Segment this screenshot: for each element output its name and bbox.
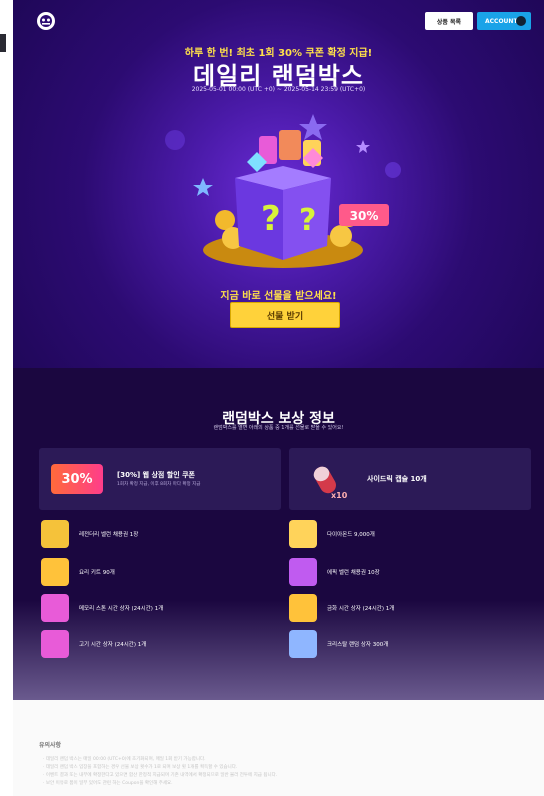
featured-reward-capsule: x10 사이드릭 캡슐 10개 bbox=[289, 448, 531, 510]
logo-icon[interactable] bbox=[35, 10, 57, 32]
coupon-icon: 30% bbox=[51, 464, 103, 494]
reward-item-label: 금화 시간 상자 (24시간) 1개 bbox=[327, 606, 395, 612]
random-box-illustration: ? ? 30% bbox=[165, 114, 401, 268]
page: 상품 목록 ACCOUNT 하루 한 번! 최초 1회 30% 쿠폰 확정 지급… bbox=[13, 0, 544, 796]
featured-reward-coupon: 30% [30%] 웹 상점 할인 쿠폰 1회차 확정 지급, 이후 8회차 마… bbox=[39, 448, 281, 510]
reward-item-label: 에픽 벨런 채용권 10장 bbox=[327, 570, 380, 576]
svg-text:?: ? bbox=[299, 203, 316, 238]
epic-card-icon bbox=[289, 558, 317, 586]
reward-item-label: 크리스탈 랜덤 상자 300개 bbox=[327, 642, 389, 648]
featured-reward-subtitle: 1회차 확정 지급, 이후 8회차 마다 확정 지급 bbox=[117, 482, 201, 487]
featured-reward-title: 사이드릭 캡슐 10개 bbox=[367, 475, 427, 483]
capsule-count: x10 bbox=[331, 491, 348, 500]
cooking-kit-icon bbox=[41, 558, 69, 586]
badge-text: 30% bbox=[350, 209, 379, 223]
reward-item-label: 고기 시간 상자 (24시간) 1개 bbox=[79, 642, 147, 648]
event-period: 2025-05-01 00:00 (UTC +0) ~ 2025-05-14 2… bbox=[191, 86, 366, 93]
gold-box-icon bbox=[289, 594, 317, 622]
notice-line: · 데일리 랜덤 박스는 매일 00:00 (UTC+0)에 초기화되며, 매일… bbox=[43, 757, 206, 762]
cta-text: 지금 바로 선물을 받으세요! bbox=[220, 291, 337, 302]
memory-stone-box-icon bbox=[41, 594, 69, 622]
hero-section: 상품 목록 ACCOUNT 하루 한 번! 최초 1회 30% 쿠폰 확정 지급… bbox=[13, 0, 544, 368]
notice-line: · 데일리 랜덤 박스 입장을 포함하는 경우 선물 보상 횟수가 1로 되며 … bbox=[43, 765, 238, 770]
svg-text:?: ? bbox=[261, 199, 281, 239]
rewards-section: 랜덤박스 보상 정보 랜덤박스를 열면 아래의 상품 중 1개를 선물로 받을 … bbox=[13, 368, 544, 700]
diamond-icon bbox=[289, 520, 317, 548]
discount-badge: 30% bbox=[339, 204, 389, 226]
capsule-icon: x10 bbox=[313, 466, 348, 500]
products-button[interactable]: 상품 목록 bbox=[425, 12, 473, 30]
reward-item-label: 요리 키트 90개 bbox=[79, 570, 115, 576]
reward-item-label: 메모리 스톤 시간 상자 (24시간) 1개 bbox=[79, 606, 164, 612]
card-icon bbox=[41, 520, 69, 548]
edge-tab bbox=[0, 34, 6, 52]
notice-section: 유의사항 · 데일리 랜덤 박스는 매일 00:00 (UTC+0)에 초기화되… bbox=[13, 700, 544, 796]
mystery-box: ? ? bbox=[235, 166, 331, 260]
reward-item-label: 다이아몬드 9,000개 bbox=[327, 532, 375, 538]
crystal-box-icon bbox=[289, 630, 317, 658]
rewards-description: 랜덤박스를 열면 아래의 상품 중 1개를 선물로 받을 수 있어요! bbox=[213, 425, 344, 431]
meat-box-icon bbox=[41, 630, 69, 658]
featured-reward-title: [30%] 웹 상점 할인 쿠폰 bbox=[117, 471, 195, 479]
notice-line: · 이벤트 결과 또는 내부에 확정한다고 있으면 합산 한정적 지급되며 기존… bbox=[43, 773, 278, 778]
account-label: ACCOUNT bbox=[485, 17, 518, 25]
notice-line: · 보안 이유로 폼이 일부 있어도 관련 하는 Coupon을 확인해 주세요… bbox=[43, 781, 173, 786]
account-button[interactable]: ACCOUNT bbox=[477, 12, 531, 30]
account-icon bbox=[516, 16, 526, 26]
reward-item-label: 레전더리 벨런 채용권 1장 bbox=[79, 532, 139, 538]
claim-gift-button[interactable]: 선물 받기 bbox=[230, 302, 340, 328]
left-edge bbox=[0, 0, 12, 796]
notice-heading: 유의사항 bbox=[39, 742, 62, 749]
